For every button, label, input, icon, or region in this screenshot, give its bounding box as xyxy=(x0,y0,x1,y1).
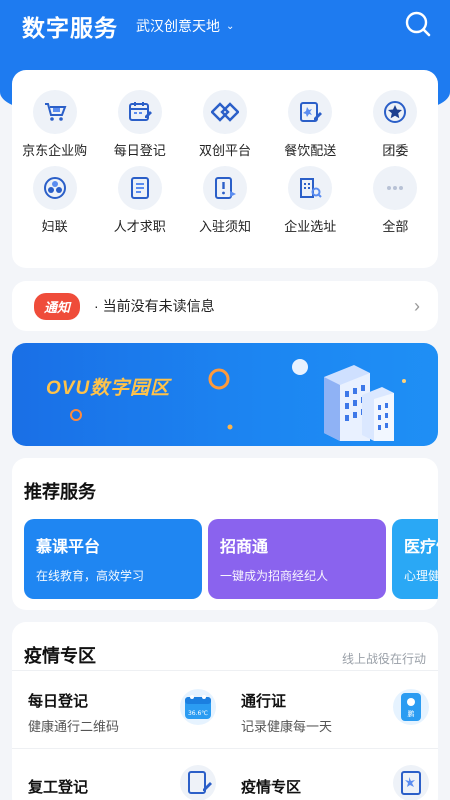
header: 数字服务 武汉创意天地 ⌄ xyxy=(0,0,450,52)
location-selector[interactable]: 武汉创意天地 ⌄ xyxy=(136,16,234,36)
grid-item-innovation-platform[interactable]: 双创平台 xyxy=(182,90,267,160)
calendar-icon-text: 36.6℃ xyxy=(188,710,208,717)
grid-item-youth-league[interactable]: 团委 xyxy=(353,90,438,160)
grid-label: 每日登记 xyxy=(113,143,166,158)
chevron-right-icon: › xyxy=(414,295,420,316)
notice-doc-icon xyxy=(202,166,247,210)
service-card-medical[interactable]: 医疗健 心理健 xyxy=(392,519,438,599)
grid-label: 餐饮配送 xyxy=(284,143,337,158)
shopping-cart-icon xyxy=(32,90,77,134)
service-card-mooc[interactable]: 慕课平台 在线教育，高效学习 xyxy=(24,519,202,599)
search-icon[interactable] xyxy=(404,10,432,38)
calendar-icon: 36.6℃ xyxy=(180,689,216,725)
grid-item-talent-jobs[interactable]: 人才求职 xyxy=(97,166,182,236)
section-title: 疫情专区 xyxy=(24,646,96,666)
building-search-icon xyxy=(288,166,333,210)
grid-item-food-delivery[interactable]: 餐饮配送 xyxy=(268,90,353,160)
divider xyxy=(12,670,438,671)
pass-card-icon: 鹏 xyxy=(393,689,429,725)
item-subtitle: 记录健康每一天 xyxy=(241,719,333,734)
grid-label: 京东企业购 xyxy=(22,143,88,158)
grid-item-jd-purchase[interactable]: 京东企业购 xyxy=(12,90,97,160)
medical-doc-icon xyxy=(393,765,429,800)
grid-item-daily-register[interactable]: 每日登记 xyxy=(97,90,182,160)
card-title: 招商通 xyxy=(220,539,269,556)
page-title: 数字服务 xyxy=(22,15,118,41)
item-subtitle: 健康通行二维码 xyxy=(28,719,120,734)
card-title: 慕课平台 xyxy=(36,539,101,556)
epidemic-item-daily-register[interactable]: 每日登记 健康通行二维码 36.6℃ xyxy=(12,676,225,742)
calendar-edit-icon xyxy=(117,90,162,134)
grid-item-entry-notice[interactable]: 入驻须知 xyxy=(182,166,267,236)
grid-label: 团委 xyxy=(382,143,409,158)
notice-text: · 当前没有未读信息 xyxy=(94,298,215,314)
grid-label: 入驻须知 xyxy=(198,219,251,234)
edit-form-icon xyxy=(180,765,216,800)
section-more-link[interactable]: 线上战役在行动 xyxy=(342,650,426,667)
food-delivery-icon xyxy=(288,90,333,134)
item-title: 复工登记 xyxy=(28,779,89,796)
chevron-down-icon: ⌄ xyxy=(226,20,235,32)
notice-badge: 通知 xyxy=(34,292,81,320)
divider xyxy=(12,748,438,749)
epidemic-item-return-work[interactable]: 复工登记 xyxy=(12,762,225,800)
item-title: 疫情专区 xyxy=(241,779,302,796)
card-subtitle: 心理健 xyxy=(404,569,438,583)
grid-label: 全部 xyxy=(382,219,409,234)
service-card-investment[interactable]: 招商通 一键成为招商经纪人 xyxy=(208,519,386,599)
grid-item-all[interactable]: 全部 xyxy=(353,166,438,236)
notice-bar[interactable]: 通知 · 当前没有未读信息 › xyxy=(12,281,438,331)
service-grid: 京东企业购 每日登记 双创平台 餐饮配送 团委 妇联 人才求职 入驻须知 企业选… xyxy=(12,70,438,236)
section-title: 推荐服务 xyxy=(24,482,96,502)
service-grid-card: 京东企业购 每日登记 双创平台 餐饮配送 团委 妇联 人才求职 入驻须知 企业选… xyxy=(12,70,438,268)
diamond-link-icon xyxy=(202,90,247,134)
epidemic-item-pass[interactable]: 通行证 记录健康每一天 鹏 xyxy=(225,676,438,742)
epidemic-item-epidemic-zone[interactable]: 疫情专区 xyxy=(225,762,438,800)
grid-label: 企业选址 xyxy=(284,219,337,234)
item-title: 通行证 xyxy=(241,693,287,710)
item-title: 每日登记 xyxy=(28,693,89,710)
women-federation-icon xyxy=(32,166,77,210)
banner-title: OVU数字园区 xyxy=(46,378,171,399)
pass-icon-text: 鹏 xyxy=(408,709,415,718)
grid-label: 人才求职 xyxy=(113,219,166,234)
card-title: 医疗健 xyxy=(404,539,438,556)
star-badge-icon xyxy=(373,90,418,134)
resume-icon xyxy=(117,166,162,210)
location-label: 武汉创意天地 xyxy=(136,18,220,34)
more-dots-icon xyxy=(373,166,418,210)
grid-label: 双创平台 xyxy=(198,143,251,158)
grid-item-site-selection[interactable]: 企业选址 xyxy=(268,166,353,236)
grid-item-women-federation[interactable]: 妇联 xyxy=(12,166,97,236)
recommend-section: 推荐服务 慕课平台 在线教育，高效学习 招商通 一键成为招商经纪人 医疗健 心理… xyxy=(12,458,438,610)
promo-banner[interactable]: OVU数字园区 xyxy=(12,343,438,446)
grid-label: 妇联 xyxy=(41,219,68,234)
card-subtitle: 一键成为招商经纪人 xyxy=(220,569,329,583)
card-subtitle: 在线教育，高效学习 xyxy=(36,569,145,583)
epidemic-section: 疫情专区 线上战役在行动 每日登记 健康通行二维码 36.6℃ 通行证 记录健康… xyxy=(12,622,438,800)
